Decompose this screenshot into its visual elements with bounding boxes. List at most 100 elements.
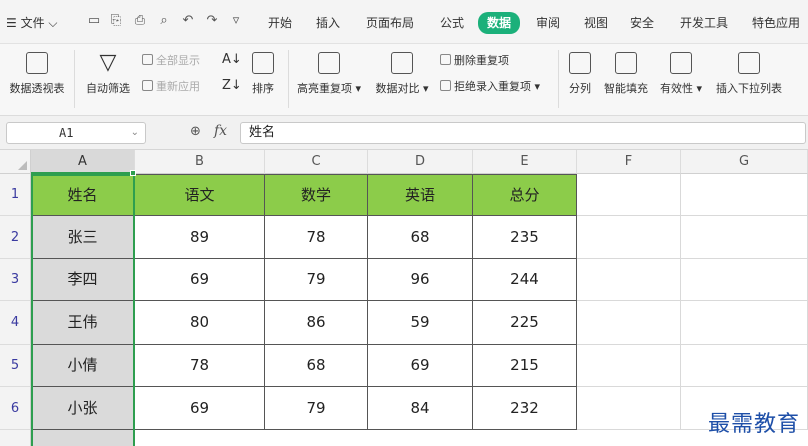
- tab-home[interactable]: 开始: [268, 12, 292, 34]
- cell-g2[interactable]: [681, 216, 808, 259]
- cell-d4[interactable]: 59: [368, 301, 473, 345]
- print-icon[interactable]: ⎙: [132, 13, 148, 29]
- cell-e4[interactable]: 225: [473, 301, 577, 345]
- column-header-e[interactable]: E: [473, 150, 577, 174]
- name-box[interactable]: A1 ⌄: [6, 122, 146, 144]
- column-header-d[interactable]: D: [368, 150, 473, 174]
- cell-a6[interactable]: 小张: [31, 387, 135, 430]
- cell-d5[interactable]: 69: [368, 345, 473, 387]
- cell-c3[interactable]: 79: [265, 259, 368, 301]
- cell-g4[interactable]: [681, 301, 808, 345]
- validity-button[interactable]: 有效性 ▾: [656, 52, 706, 96]
- select-all-corner[interactable]: [0, 150, 31, 174]
- remove-duplicates-button[interactable]: 删除重复项: [440, 52, 509, 68]
- cell-d6[interactable]: 84: [368, 387, 473, 430]
- cell-e1[interactable]: 总分: [473, 174, 577, 216]
- reapply-button[interactable]: 重新应用: [142, 78, 200, 94]
- save-icon[interactable]: ▭: [86, 13, 102, 29]
- cell-c1[interactable]: 数学: [265, 174, 368, 216]
- insert-dropdown-list-button[interactable]: 插入下拉列表: [712, 52, 786, 96]
- cell-b4[interactable]: 80: [135, 301, 265, 345]
- tab-special[interactable]: 特色应用: [752, 12, 800, 34]
- cell-e6[interactable]: 232: [473, 387, 577, 430]
- tab-review[interactable]: 审阅: [536, 12, 560, 34]
- cell-a7[interactable]: [31, 430, 135, 446]
- tab-formula[interactable]: 公式: [440, 12, 464, 34]
- export-icon[interactable]: ⎘: [108, 13, 124, 29]
- sort-icon: [252, 52, 274, 74]
- row-header-6[interactable]: 6: [0, 387, 31, 430]
- cell-d2[interactable]: 68: [368, 216, 473, 259]
- cell-c6[interactable]: 79: [265, 387, 368, 430]
- row-header-1[interactable]: 1: [0, 174, 31, 216]
- tab-page-layout[interactable]: 页面布局: [366, 12, 414, 34]
- column-header-b[interactable]: B: [135, 150, 265, 174]
- cell-a4[interactable]: 王伟: [31, 301, 135, 345]
- file-menu[interactable]: ☰ 文件 ⌵: [6, 12, 58, 34]
- reject-duplicates-label: 拒绝录入重复项: [454, 80, 531, 93]
- cell-e5[interactable]: 215: [473, 345, 577, 387]
- cell-f1[interactable]: [577, 174, 681, 216]
- show-all-button[interactable]: 全部显示: [142, 52, 200, 68]
- undo-icon[interactable]: ↶: [180, 13, 196, 29]
- cell-b3[interactable]: 69: [135, 259, 265, 301]
- column-header-a[interactable]: A: [31, 150, 135, 174]
- sort-ascending-icon[interactable]: A↓: [222, 52, 242, 67]
- preview-icon[interactable]: ⌕: [156, 13, 172, 29]
- cell-g3[interactable]: [681, 259, 808, 301]
- row-header-4[interactable]: 4: [0, 301, 31, 345]
- sort-button[interactable]: 排序: [246, 52, 280, 96]
- ribbon-toolbar: 数据透视表 ▽ 自动筛选 全部显示 重新应用 A↓ Z↓ 排序 高亮重复项 ▾ …: [0, 44, 808, 116]
- chevron-down-icon[interactable]: ⌄: [131, 123, 139, 143]
- cell-a1[interactable]: 姓名: [31, 174, 135, 216]
- cell-b1[interactable]: 语文: [135, 174, 265, 216]
- cell-e3[interactable]: 244: [473, 259, 577, 301]
- cell-d3[interactable]: 96: [368, 259, 473, 301]
- cell-c2[interactable]: 78: [265, 216, 368, 259]
- row-header-5[interactable]: 5: [0, 345, 31, 387]
- row-header-3[interactable]: 3: [0, 259, 31, 301]
- cell-f2[interactable]: [577, 216, 681, 259]
- column-header-c[interactable]: C: [265, 150, 368, 174]
- sort-descending-icon[interactable]: Z↓: [222, 78, 242, 93]
- column-header-g[interactable]: G: [681, 150, 808, 174]
- cell-f3[interactable]: [577, 259, 681, 301]
- pivot-table-button[interactable]: 数据透视表: [6, 52, 68, 96]
- more-dropdown-icon[interactable]: ▿: [228, 13, 244, 29]
- cell-a2[interactable]: 张三: [31, 216, 135, 259]
- split-column-button[interactable]: 分列: [564, 52, 596, 96]
- cell-b6[interactable]: 69: [135, 387, 265, 430]
- smart-fill-button[interactable]: 智能填充: [600, 52, 652, 96]
- redo-icon[interactable]: ↷: [204, 13, 220, 29]
- reject-duplicates-button[interactable]: 拒绝录入重复项 ▾: [440, 78, 540, 94]
- zoom-icon[interactable]: ⊕: [190, 124, 201, 139]
- formula-input[interactable]: 姓名: [240, 122, 806, 144]
- cell-b2[interactable]: 89: [135, 216, 265, 259]
- cell-f5[interactable]: [577, 345, 681, 387]
- tab-security[interactable]: 安全: [630, 12, 654, 34]
- insert-dropdown-list-icon: [738, 52, 760, 74]
- data-compare-button[interactable]: 数据对比 ▾: [372, 52, 432, 96]
- cell-d1[interactable]: 英语: [368, 174, 473, 216]
- cell-b5[interactable]: 78: [135, 345, 265, 387]
- cell-a5[interactable]: 小倩: [31, 345, 135, 387]
- cell-e2[interactable]: 235: [473, 216, 577, 259]
- column-header-f[interactable]: F: [577, 150, 681, 174]
- row-header-2[interactable]: 2: [0, 216, 31, 259]
- function-icon[interactable]: fx: [214, 123, 227, 139]
- row-header-7[interactable]: [0, 430, 31, 446]
- tab-insert[interactable]: 插入: [316, 12, 340, 34]
- tab-developer[interactable]: 开发工具: [680, 12, 728, 34]
- autofilter-button[interactable]: ▽ 自动筛选: [82, 52, 134, 96]
- cell-a3[interactable]: 李四: [31, 259, 135, 301]
- fill-handle[interactable]: [130, 170, 136, 176]
- tab-view[interactable]: 视图: [584, 12, 608, 34]
- tab-data[interactable]: 数据: [478, 12, 521, 34]
- cell-c4[interactable]: 86: [265, 301, 368, 345]
- cell-f6[interactable]: [577, 387, 681, 430]
- cell-f4[interactable]: [577, 301, 681, 345]
- highlight-duplicates-button[interactable]: 高亮重复项 ▾: [294, 52, 364, 96]
- cell-c5[interactable]: 68: [265, 345, 368, 387]
- cell-g1[interactable]: [681, 174, 808, 216]
- cell-g5[interactable]: [681, 345, 808, 387]
